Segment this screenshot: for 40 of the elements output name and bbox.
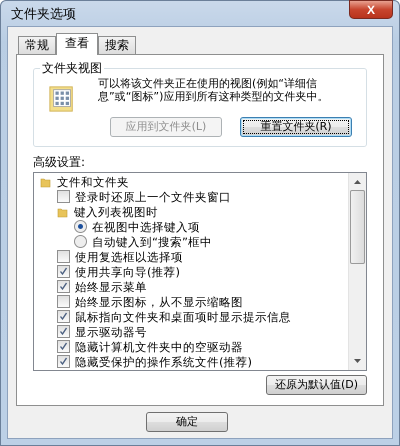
tab[interactable]: 搜索: [98, 36, 136, 54]
checkbox[interactable]: [57, 310, 70, 323]
option-label: 自动键入到“搜索”框中: [92, 234, 212, 248]
ok-button[interactable]: 确定: [146, 412, 228, 432]
checkbox[interactable]: [57, 325, 70, 338]
close-button[interactable]: X: [349, 0, 393, 19]
scrollbar[interactable]: [348, 173, 366, 370]
checkbox[interactable]: [57, 190, 70, 203]
group-title: 文件夹视图: [40, 61, 104, 75]
radio-button[interactable]: [74, 235, 87, 248]
description-text: 可以将该文件夹正在使用的视图(例如“详细信息”或“图标”)应用到所有这种类型的文件夹中。: [98, 77, 330, 105]
tab[interactable]: 常规: [18, 36, 56, 54]
option-label: 在视图中选择键入项: [92, 220, 200, 234]
scroll-down-icon[interactable]: [353, 357, 362, 365]
checkbox[interactable]: [57, 340, 70, 353]
restore-defaults-button[interactable]: 还原为默认值(D): [266, 375, 367, 395]
checkbox[interactable]: [57, 295, 70, 308]
option-label: 始终显示菜单: [75, 280, 147, 294]
checkbox[interactable]: [57, 355, 70, 368]
option-label: 显示驱动器号: [75, 324, 147, 338]
section-label: 高级设置:: [33, 155, 86, 169]
option-label: 使用共享向导(推荐): [75, 264, 180, 278]
checkbox[interactable]: [57, 250, 70, 263]
folder-button[interactable]: 重置文件夹(R): [240, 117, 352, 137]
folder-icon: [57, 206, 69, 218]
option-label: 鼠标指向文件夹和桌面项时显示提示信息: [75, 310, 291, 324]
option-label: 使用复选框以选择项: [75, 250, 183, 264]
folder-icon: [40, 176, 52, 188]
tab[interactable]: 查看: [56, 33, 98, 55]
checkbox[interactable]: [57, 280, 70, 293]
option-label: 登录时还原上一个文件夹窗口: [75, 190, 231, 204]
scroll-up-icon[interactable]: [353, 178, 362, 186]
window-title: 文件夹选项: [10, 6, 76, 22]
option-label: 始终显示图标，从不显示缩略图: [75, 294, 243, 308]
option-label: 隐藏计算机文件夹中的空驱动器: [75, 340, 243, 354]
option-label: 隐藏受保护的操作系统文件(推荐): [75, 354, 252, 368]
tree-folder-label: 文件和文件夹: [57, 174, 129, 188]
radio-button[interactable]: [74, 220, 87, 233]
tree-folder-label: 键入列表视图时: [74, 204, 158, 218]
checkbox[interactable]: [57, 265, 70, 278]
